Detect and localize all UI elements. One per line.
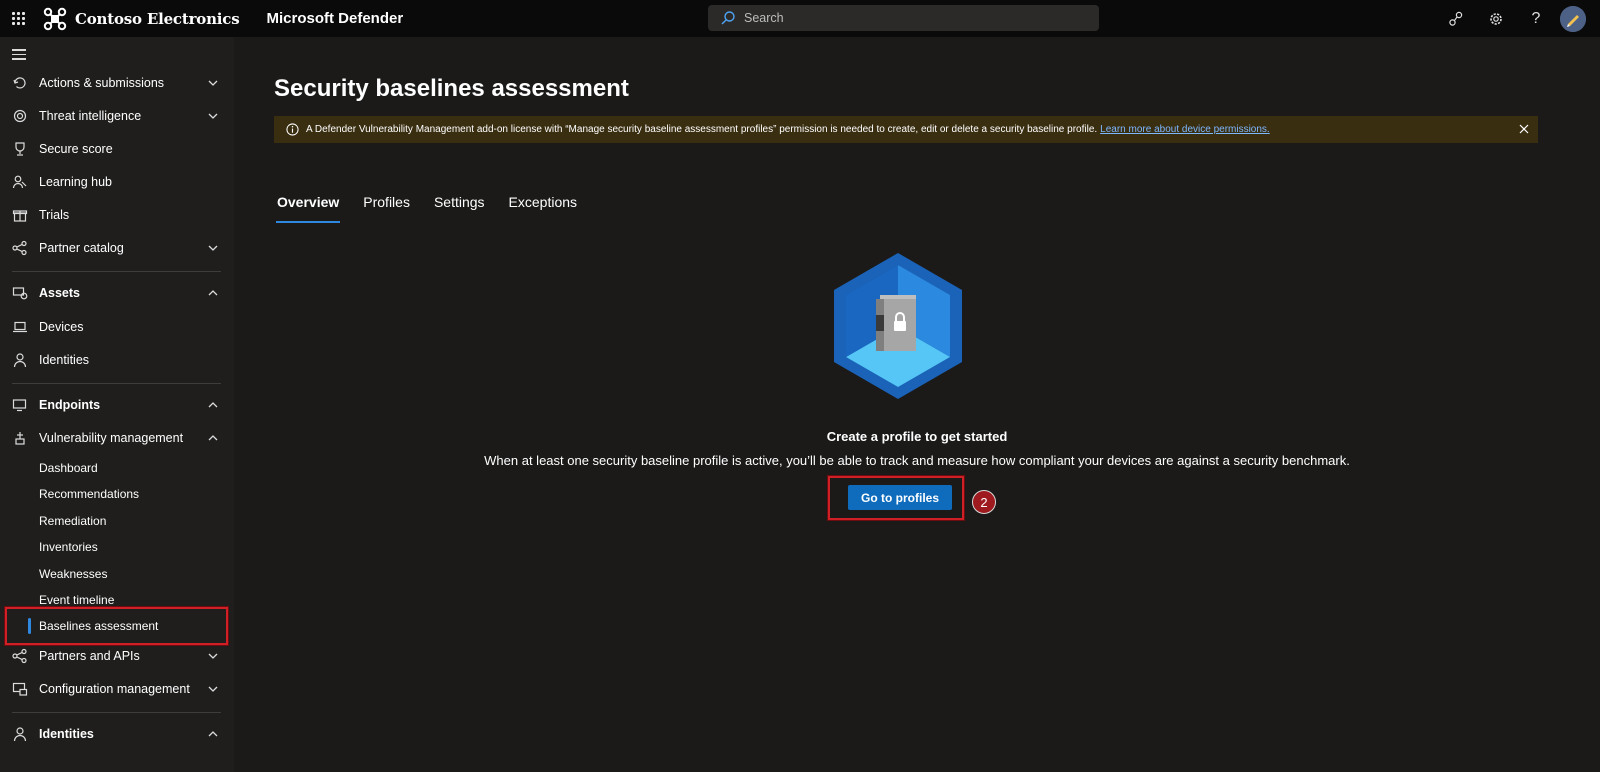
sidebar-item-label: Learning hub [39,175,112,189]
tab-settings[interactable]: Settings [433,193,486,223]
chevron-up-icon [208,731,218,737]
threat-intel-icon [13,109,27,123]
sidebar-section-assets[interactable]: Assets [0,277,234,309]
settings-icon[interactable] [1476,0,1516,37]
search-icon [721,11,735,25]
sidebar-divider [12,383,221,384]
product-name[interactable]: Microsoft Defender [266,10,403,27]
chevron-down-icon [208,80,218,86]
sidebar-subitem-dashboard[interactable]: Dashboard [0,455,234,481]
learning-icon [12,175,27,189]
help-icon[interactable]: ? [1516,0,1556,37]
chevron-up-icon [208,290,218,296]
actions-icon [13,77,26,89]
waffle-icon[interactable] [0,0,37,37]
chevron-down-icon [208,245,218,251]
highlight-box-go-to-profiles [828,476,964,520]
chevron-down-icon [208,113,218,119]
chevron-down-icon [208,653,218,659]
sidebar-subitem-remediation[interactable]: Remediation [0,508,234,534]
sidebar-item-devices[interactable]: Devices [0,311,234,343]
top-icons: ? [1436,0,1586,37]
search-input[interactable]: Search [708,5,1099,31]
tab-exceptions[interactable]: Exceptions [508,193,578,223]
trophy-icon [15,142,25,156]
sidebar-subitem-inventories[interactable]: Inventories [0,534,234,560]
sidebar-subitem-label: Dashboard [39,461,98,475]
sidebar-divider [12,271,221,272]
sidebar-item-vulnerability-management[interactable]: Vulnerability management [0,422,234,454]
assets-icon [12,287,28,300]
sidebar-item-partner-catalog[interactable]: Partner catalog [0,232,234,264]
sidebar-item-label: Vulnerability management [39,431,184,445]
sidebar-divider [12,712,221,713]
sidebar-subitem-weaknesses[interactable]: Weaknesses [0,561,234,587]
step-marker-2: 2 [972,490,996,514]
org-name: Contoso Electronics [75,9,240,28]
chevron-down-icon [208,686,218,692]
sidebar-item-label: Partners and APIs [39,649,140,663]
sidebar-item-actions-submissions[interactable]: Actions & submissions [0,67,234,99]
partner-icon [12,240,27,256]
brand[interactable]: Contoso Electronics [43,7,240,31]
sidebar-section-label: Endpoints [39,398,101,412]
chevron-up-icon [208,435,218,441]
endpoints-icon [12,399,27,412]
sidebar-item-label: Configuration management [39,682,190,696]
sidebar-subitem-label: Remediation [39,514,107,528]
contoso-logo-icon [43,7,67,30]
top-bar: Contoso Electronics Microsoft Defender S… [0,0,1600,37]
sidebar-item-label: Secure score [39,142,113,156]
sidebar-item-configuration-management[interactable]: Configuration management [0,673,234,705]
tab-bar: Overview Profiles Settings Exceptions [276,193,600,223]
sidebar-item-label: Trials [39,208,70,222]
tab-profiles[interactable]: Profiles [362,193,411,223]
sidebar-item-label: Actions & submissions [39,76,165,90]
main-content: Security baselines assessment A Defender… [234,37,1600,772]
sidebar-item-trials[interactable]: Trials [0,199,234,231]
sidebar-item-label: Identities [39,353,90,367]
partner-icon [12,648,27,664]
sidebar-item-label: Partner catalog [39,241,124,255]
banner-text: A Defender Vulnerability Management add-… [306,124,1098,135]
user-avatar[interactable] [1560,5,1586,32]
sidebar-section-endpoints[interactable]: Endpoints [0,389,234,421]
sidebar-item-label: Devices [39,320,84,334]
baseline-book-illustration [834,253,962,399]
sidebar-item-identities[interactable]: Identities [0,344,234,376]
sidebar-item-learning-hub[interactable]: Learning hub [0,166,234,198]
chevron-up-icon [208,402,218,408]
hamburger-menu-icon[interactable] [12,49,26,63]
sidebar-item-label: Threat intelligence [39,109,142,123]
tab-overview[interactable]: Overview [276,193,341,223]
sidebar-subitem-label: Recommendations [39,487,140,501]
sidebar-subitem-recommendations[interactable]: Recommendations [0,481,234,507]
sidebar-section-identities[interactable]: Identities [0,718,234,750]
page-title: Security baselines assessment [274,75,629,102]
search-placeholder: Search [744,11,784,25]
license-banner: A Defender Vulnerability Management add-… [274,116,1538,143]
gift-icon [12,210,28,222]
sidebar-item-threat-intelligence[interactable]: Threat intelligence [0,100,234,132]
sidebar-subitem-label: Event timeline [39,593,115,607]
info-icon [286,123,299,136]
person-icon [13,727,27,742]
config-icon [12,682,28,696]
sidebar-section-label: Identities [39,727,94,741]
highlight-box-baselines [5,607,228,645]
sidebar-subitem-label: Inventories [39,540,98,554]
vulnerability-icon [15,432,25,445]
sidebar-item-secure-score[interactable]: Secure score [0,133,234,165]
empty-state-title: Create a profile to get started [826,429,1008,444]
sidebar: Actions & submissions Threat intelligenc… [0,37,234,772]
sidebar-subitem-label: Weaknesses [39,567,108,581]
laptop-icon [13,321,27,333]
sidebar-section-label: Assets [39,286,80,300]
close-icon[interactable] [1518,123,1530,135]
banner-link[interactable]: Learn more about device permissions. [1100,124,1270,135]
person-icon [13,353,27,368]
connections-icon[interactable] [1436,0,1476,37]
empty-state-description: When at least one security baseline prof… [484,453,1350,468]
